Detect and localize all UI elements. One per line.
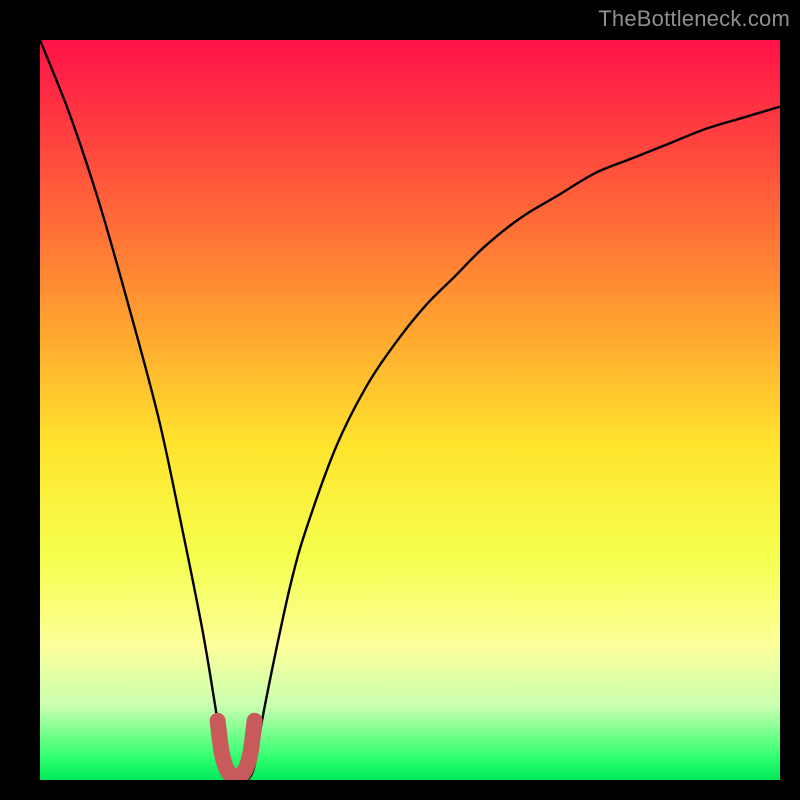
bottleneck-curve — [40, 40, 780, 780]
chart-svg — [40, 40, 780, 780]
watermark-text: TheBottleneck.com — [598, 6, 790, 32]
chart-frame: TheBottleneck.com — [0, 0, 800, 800]
plot-area — [40, 40, 780, 780]
bottleneck-region — [218, 721, 255, 777]
